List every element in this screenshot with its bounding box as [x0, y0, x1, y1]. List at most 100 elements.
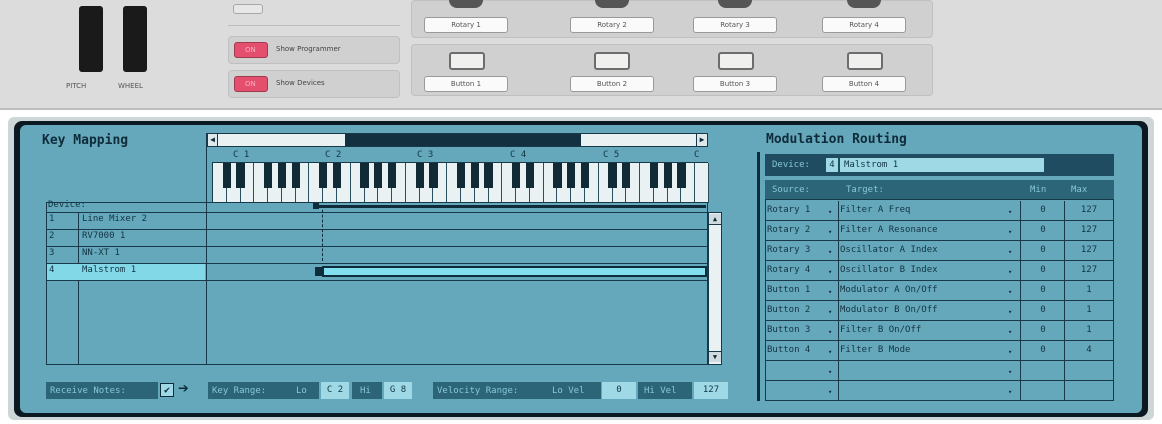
mod-target-cell[interactable]: Oscillator A Index [840, 245, 1020, 255]
mod-source-cell[interactable]: Rotary 2 [767, 225, 837, 235]
show-devices-button[interactable]: ON [234, 76, 268, 92]
mod-min-cell[interactable]: 0 [1022, 325, 1064, 335]
mod-min-cell[interactable]: 0 [1022, 245, 1064, 255]
black-key[interactable] [567, 163, 576, 188]
mod-target-cell[interactable]: Filter A Freq [840, 205, 1020, 215]
hi-vel-value[interactable]: 127 [694, 382, 728, 399]
dropdown-arrow-icon[interactable]: ▾ [828, 208, 832, 216]
mod-source-cell[interactable]: Rotary 3 [767, 245, 837, 255]
key-range-bar[interactable] [322, 266, 707, 277]
rotary-2-knob[interactable] [595, 0, 629, 8]
dropdown-arrow-icon[interactable]: ▾ [1008, 388, 1012, 396]
mod-source-cell[interactable]: Rotary 4 [767, 265, 837, 275]
black-key[interactable] [663, 163, 672, 188]
black-key[interactable] [484, 163, 493, 188]
black-key[interactable] [649, 163, 659, 188]
black-key[interactable] [677, 163, 686, 188]
lo-vel-value[interactable]: 0 [602, 382, 636, 399]
mod-max-cell[interactable]: 127 [1066, 225, 1112, 235]
mod-max-cell[interactable]: 4 [1066, 345, 1112, 355]
mod-source-cell[interactable]: Button 3 [767, 325, 837, 335]
scroll-up-icon[interactable]: ▲ [709, 214, 721, 225]
dropdown-arrow-icon[interactable]: ▾ [828, 288, 832, 296]
dropdown-arrow-icon[interactable]: ▾ [1008, 368, 1012, 376]
dropdown-arrow-icon[interactable]: ▾ [1008, 308, 1012, 316]
mod-target-cell[interactable]: Modulator A On/Off [840, 285, 1020, 295]
mod-source-cell[interactable]: Button 2 [767, 305, 837, 315]
mod-target-cell[interactable]: Filter A Resonance [840, 225, 1020, 235]
pitch-wheel[interactable] [79, 6, 103, 72]
black-key[interactable] [429, 163, 438, 188]
black-key[interactable] [525, 163, 535, 188]
rotary-3-knob[interactable] [718, 0, 752, 8]
black-key[interactable] [622, 163, 631, 188]
dropdown-arrow-icon[interactable]: ▾ [1008, 228, 1012, 236]
black-key[interactable] [236, 163, 245, 188]
black-key[interactable] [553, 163, 562, 188]
scroll-right-icon[interactable]: ▶ [696, 134, 707, 146]
mod-row[interactable] [765, 381, 1114, 401]
key-range-lo-value[interactable]: C 2 [321, 382, 349, 399]
key-range-hi-value[interactable]: G 8 [384, 382, 412, 399]
dropdown-arrow-icon[interactable]: ▾ [828, 308, 832, 316]
black-key[interactable] [277, 163, 287, 188]
black-key[interactable] [332, 163, 342, 188]
show-programmer-button[interactable]: ON [234, 42, 268, 58]
dropdown-arrow-icon[interactable]: ▾ [1008, 208, 1012, 216]
black-key[interactable] [360, 163, 369, 188]
receive-notes-checkbox[interactable]: ✔ [160, 383, 174, 397]
mod-max-cell[interactable]: 1 [1066, 305, 1112, 315]
device-name[interactable]: NN-XT 1 [82, 248, 120, 258]
black-key[interactable] [388, 163, 397, 188]
dropdown-arrow-icon[interactable]: ▾ [1008, 328, 1012, 336]
key-range-handle[interactable] [315, 267, 322, 276]
mod-target-cell[interactable]: Oscillator B Index [840, 265, 1020, 275]
black-key[interactable] [291, 163, 300, 188]
mod-max-cell[interactable]: 127 [1066, 205, 1112, 215]
black-key[interactable] [608, 163, 617, 188]
device-name[interactable]: Malstrom 1 [82, 265, 136, 275]
button-1[interactable] [449, 52, 485, 70]
black-key[interactable] [222, 163, 231, 188]
dropdown-arrow-icon[interactable]: ▾ [1008, 248, 1012, 256]
dropdown-arrow-icon[interactable]: ▾ [828, 328, 832, 336]
mod-max-cell[interactable]: 127 [1066, 265, 1112, 275]
dropdown-arrow-icon[interactable]: ▾ [1008, 268, 1012, 276]
button-2[interactable] [594, 52, 630, 70]
black-key[interactable] [580, 163, 590, 188]
mod-max-cell[interactable]: 1 [1066, 325, 1112, 335]
mod-min-cell[interactable]: 0 [1022, 305, 1064, 315]
device-scrollbar[interactable] [708, 212, 722, 365]
scroll-down-icon[interactable]: ▼ [709, 351, 721, 362]
dropdown-arrow-icon[interactable]: ▾ [828, 368, 832, 376]
button-3[interactable] [718, 52, 754, 70]
mod-source-cell[interactable]: Rotary 1 [767, 205, 837, 215]
black-key[interactable] [512, 163, 521, 188]
mod-min-cell[interactable]: 0 [1022, 265, 1064, 275]
black-key[interactable] [415, 163, 424, 188]
device-name[interactable]: RV7000 1 [82, 231, 125, 241]
dropdown-arrow-icon[interactable]: ▾ [1008, 288, 1012, 296]
dropdown-arrow-icon[interactable]: ▾ [828, 248, 832, 256]
white-key[interactable] [695, 163, 709, 203]
dropdown-arrow-icon[interactable]: ▾ [828, 268, 832, 276]
button-4[interactable] [847, 52, 883, 70]
rotary-4-knob[interactable] [847, 0, 881, 8]
black-key[interactable] [319, 163, 328, 188]
mod-min-cell[interactable]: 0 [1022, 345, 1064, 355]
black-key[interactable] [456, 163, 466, 188]
rotary-1-knob[interactable] [449, 0, 483, 8]
mod-max-cell[interactable]: 1 [1066, 285, 1112, 295]
mod-min-cell[interactable]: 0 [1022, 225, 1064, 235]
mod-min-cell[interactable]: 0 [1022, 285, 1064, 295]
top-small-button[interactable] [233, 4, 263, 14]
scroll-thumb[interactable] [345, 134, 581, 146]
mod-target-cell[interactable]: Filter B On/Off [840, 325, 1020, 335]
keyboard[interactable] [212, 162, 709, 203]
mod-wheel[interactable] [123, 6, 147, 72]
black-key[interactable] [374, 163, 383, 188]
dropdown-arrow-icon[interactable]: ▾ [828, 228, 832, 236]
mod-target-cell[interactable]: Modulator B On/Off [840, 305, 1020, 315]
black-key[interactable] [264, 163, 273, 188]
mod-min-cell[interactable]: 0 [1022, 205, 1064, 215]
